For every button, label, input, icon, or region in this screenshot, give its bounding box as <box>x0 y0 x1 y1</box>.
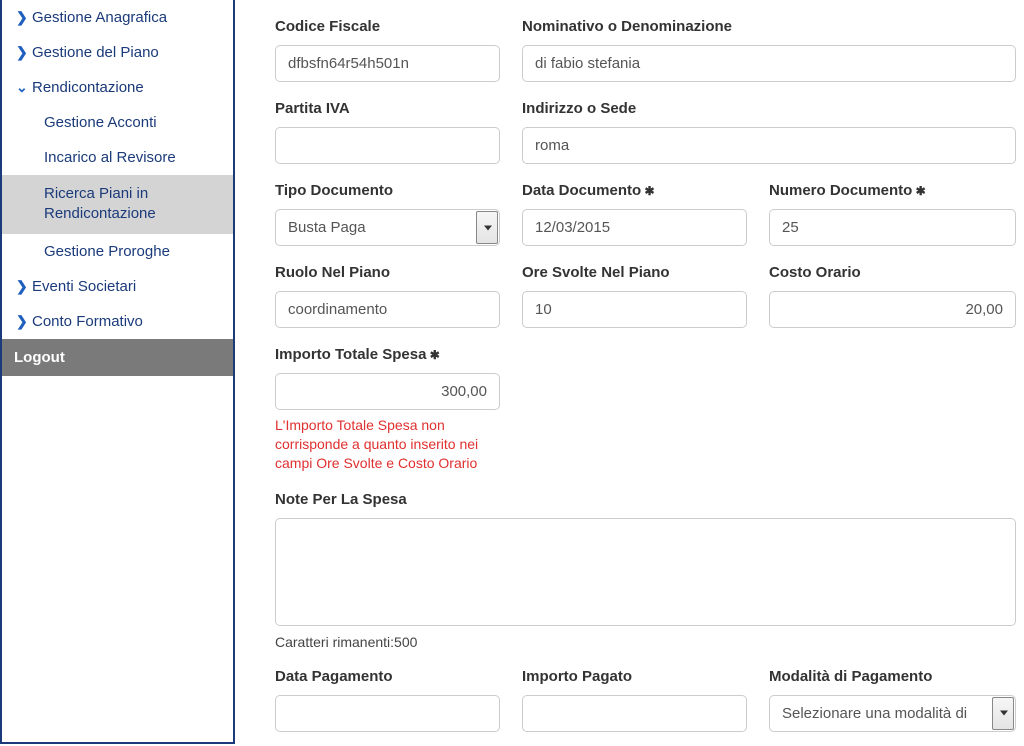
nav-label: Gestione Anagrafica <box>32 9 167 26</box>
nav-label: Gestione del Piano <box>32 44 159 61</box>
nav-gestione-acconti[interactable]: Gestione Acconti <box>2 105 233 140</box>
importo-totale-input[interactable] <box>275 373 500 410</box>
modalita-pagamento-select[interactable]: Selezionare una modalità di <box>769 695 1016 732</box>
nav-ricerca-piani-rendicontazione[interactable]: Ricerca Piani in Rendicontazione <box>2 175 233 234</box>
nav-gestione-anagrafica[interactable]: ❯ Gestione Anagrafica <box>2 0 233 35</box>
nav-incarico-revisore[interactable]: Incarico al Revisore <box>2 140 233 175</box>
importo-pagato-label: Importo Pagato <box>522 668 747 685</box>
ore-svolte-input[interactable] <box>522 291 747 328</box>
data-pagamento-label: Data Pagamento <box>275 668 500 685</box>
chevron-right-icon: ❯ <box>16 44 32 61</box>
tipo-documento-label: Tipo Documento <box>275 182 500 199</box>
partita-iva-label: Partita IVA <box>275 100 500 117</box>
partita-iva-input[interactable] <box>275 127 500 164</box>
note-hint: Caratteri rimanenti:500 <box>275 634 1016 650</box>
sidebar: ❯ Gestione Anagrafica ❯ Gestione del Pia… <box>0 0 235 744</box>
nav-label: Gestione Acconti <box>44 114 157 131</box>
nav-label: Gestione Proroghe <box>44 243 170 260</box>
numero-documento-label: Numero Documento <box>769 182 1016 199</box>
logout-label: Logout <box>14 349 65 366</box>
importo-pagato-input[interactable] <box>522 695 747 732</box>
codice-fiscale-input[interactable] <box>275 45 500 82</box>
nav-label: Incarico al Revisore <box>44 149 176 166</box>
note-textarea[interactable] <box>275 518 1016 626</box>
nav-rendicontazione[interactable]: ⌄ Rendicontazione <box>2 70 233 105</box>
chevron-down-icon: ⌄ <box>16 79 32 96</box>
modalita-pagamento-label: Modalità di Pagamento <box>769 668 1016 685</box>
ore-svolte-label: Ore Svolte Nel Piano <box>522 264 747 281</box>
chevron-right-icon: ❯ <box>16 278 32 295</box>
logout-button[interactable]: Logout <box>2 339 233 376</box>
tipo-documento-select[interactable]: Busta Paga <box>275 209 500 246</box>
chevron-right-icon: ❯ <box>16 9 32 26</box>
ruolo-label: Ruolo Nel Piano <box>275 264 500 281</box>
nav-label: Rendicontazione <box>32 79 144 96</box>
nav-label: Conto Formativo <box>32 313 143 330</box>
note-label: Note Per La Spesa <box>275 491 1016 508</box>
nav-conto-formativo[interactable]: ❯ Conto Formativo <box>2 304 233 339</box>
ruolo-input[interactable] <box>275 291 500 328</box>
numero-documento-input[interactable] <box>769 209 1016 246</box>
costo-orario-input[interactable] <box>769 291 1016 328</box>
nominativo-label: Nominativo o Denominazione <box>522 18 1016 35</box>
nav-label: Ricerca Piani in Rendicontazione <box>44 184 223 225</box>
chevron-right-icon: ❯ <box>16 313 32 330</box>
importo-totale-error: L'Importo Totale Spesa non corrisponde a… <box>275 416 500 473</box>
indirizzo-label: Indirizzo o Sede <box>522 100 1016 117</box>
nav-eventi-societari[interactable]: ❯ Eventi Societari <box>2 269 233 304</box>
nav-label: Eventi Societari <box>32 278 136 295</box>
form-panel: Codice Fiscale Nominativo o Denominazion… <box>235 0 1024 744</box>
indirizzo-input[interactable] <box>522 127 1016 164</box>
data-pagamento-input[interactable] <box>275 695 500 732</box>
nav-gestione-proroghe[interactable]: Gestione Proroghe <box>2 234 233 269</box>
data-documento-input[interactable] <box>522 209 747 246</box>
costo-orario-label: Costo Orario <box>769 264 1016 281</box>
data-documento-label: Data Documento <box>522 182 747 199</box>
importo-totale-label: Importo Totale Spesa <box>275 346 500 363</box>
nav-gestione-piano[interactable]: ❯ Gestione del Piano <box>2 35 233 70</box>
nominativo-input[interactable] <box>522 45 1016 82</box>
codice-fiscale-label: Codice Fiscale <box>275 18 500 35</box>
